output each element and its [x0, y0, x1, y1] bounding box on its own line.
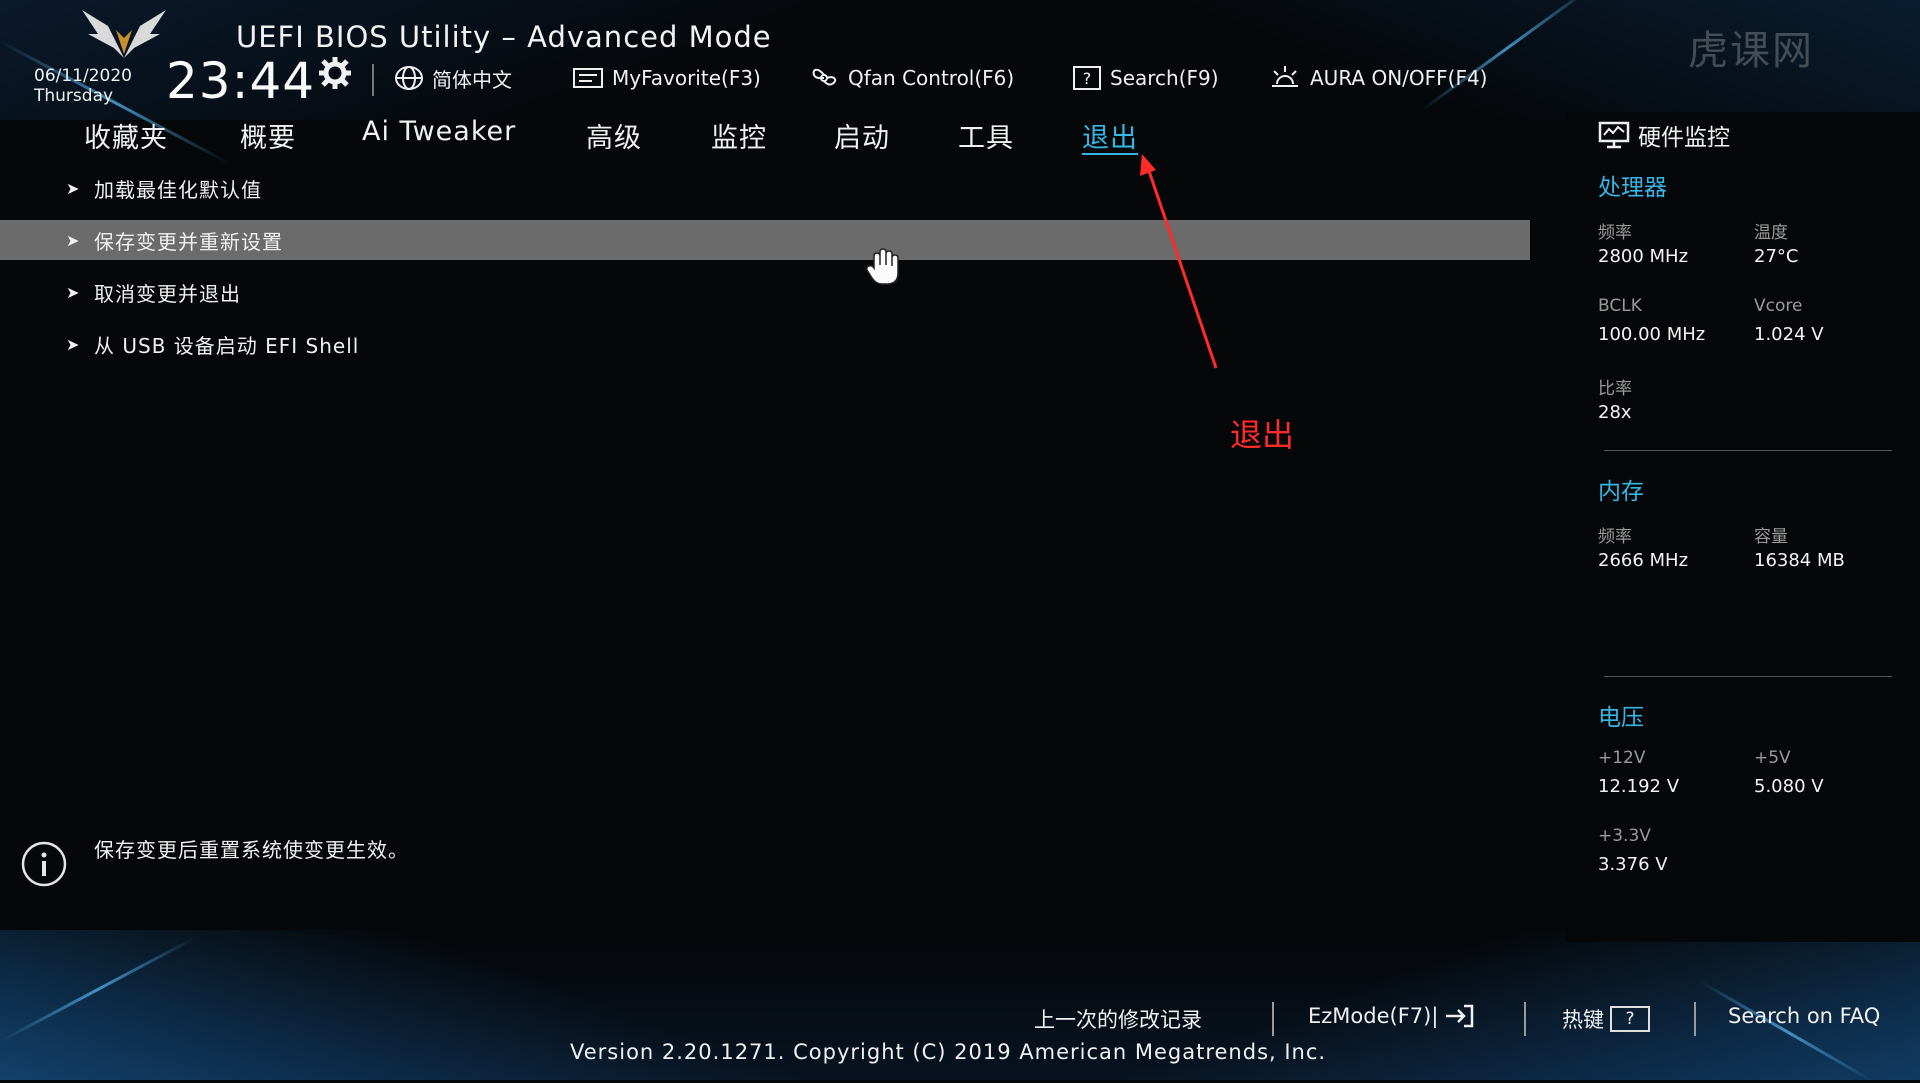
tab-exit[interactable]: 退出 [1082, 116, 1138, 155]
memory-freq-value: 2666 MHz [1598, 550, 1689, 571]
search-button[interactable]: ? Search(F9) [1072, 64, 1219, 92]
voltage-section-title: 电压 [1598, 705, 1644, 731]
myfavorite-button[interactable]: MyFavorite(F3) [572, 64, 761, 92]
memory-freq-label: 频率 [1598, 527, 1632, 547]
myfavorite-label: MyFavorite(F3) [612, 66, 761, 90]
ezmode-button[interactable]: EzMode(F7)| [1308, 1004, 1476, 1028]
hand-cursor-icon [866, 248, 899, 285]
chevron-right-icon: ➤ [66, 282, 80, 302]
chevron-right-icon: ➤ [66, 334, 80, 354]
decor-streak [0, 936, 195, 1043]
section-divider [1604, 676, 1892, 677]
monitor-icon [1598, 121, 1630, 149]
date-display: 06/11/2020 Thursday [34, 66, 132, 106]
memory-capacity-value: 16384 MB [1754, 550, 1845, 571]
weekday-value: Thursday [34, 86, 114, 106]
help-text: 保存变更后重置系统使变更生效。 [94, 838, 409, 862]
tab-boot[interactable]: 启动 [834, 116, 890, 155]
menu-item-label: 保存变更并重新设置 [94, 229, 283, 254]
tab-monitor[interactable]: 监控 [711, 116, 767, 155]
fan-icon [812, 68, 837, 86]
exit-arrow-icon [1446, 1004, 1474, 1028]
menu-item-efi-shell[interactable]: ➤ 从 USB 设备启动 EFI Shell [0, 324, 1530, 364]
menu-item-discard-exit[interactable]: ➤ 取消变更并退出 [0, 272, 1530, 312]
menu-item-load-defaults[interactable]: ➤ 加载最佳化默认值 [0, 168, 1530, 208]
info-icon [21, 841, 67, 887]
language-label: 简体中文 [432, 67, 512, 92]
search-faq-button[interactable]: Search on FAQ [1728, 1004, 1880, 1028]
globe-icon [395, 66, 423, 90]
ezmode-label: EzMode(F7)| [1308, 1004, 1439, 1028]
decor-streak [1419, 0, 1599, 113]
ratio-label: 比率 [1598, 379, 1632, 399]
search-icon: ? [1073, 66, 1101, 90]
tab-ai-tweaker[interactable]: Ai Tweaker [362, 116, 516, 147]
tab-advanced[interactable]: 高级 [586, 116, 642, 155]
search-label: Search(F9) [1110, 66, 1219, 90]
header-divider [372, 64, 374, 96]
qfan-label: Qfan Control(F6) [848, 66, 1015, 90]
section-divider [1604, 450, 1892, 451]
menu-item-label: 取消变更并退出 [94, 281, 241, 306]
bclk-label: BCLK [1598, 296, 1642, 316]
hotkeys-label: 热键 [1562, 1008, 1604, 1032]
v33-label: +3.3V [1598, 826, 1651, 846]
search-faq-label: Search on FAQ [1728, 1004, 1881, 1028]
language-button[interactable]: 简体中文 [394, 64, 512, 92]
cpu-freq-value: 2800 MHz [1598, 246, 1689, 267]
footer-divider [1272, 1002, 1274, 1036]
aura-label: AURA ON/OFF(F4) [1310, 66, 1488, 90]
tab-favorites[interactable]: 收藏夹 [84, 116, 168, 155]
memory-capacity-label: 容量 [1754, 527, 1788, 547]
menu-item-save-reset[interactable]: ➤ 保存变更并重新设置 [0, 220, 1530, 260]
menu-item-label: 加载最佳化默认值 [94, 177, 262, 202]
decor-streak [1699, 980, 1874, 1083]
footer-divider [1694, 1002, 1696, 1036]
qfan-button[interactable]: Qfan Control(F6) [808, 64, 1014, 92]
cpu-temp-value: 27°C [1754, 246, 1799, 267]
watermark: 虎课网 [1688, 28, 1814, 74]
v5-label: +5V [1754, 748, 1791, 768]
last-modified-label: 上一次的修改记录 [1034, 1008, 1202, 1032]
version-text: Version 2.20.1271. Copyright (C) 2019 Am… [570, 1040, 1327, 1064]
aura-icon [1272, 66, 1298, 87]
ratio-value: 28x [1598, 402, 1632, 423]
favorite-icon [573, 68, 603, 88]
date-value: 06/11/2020 [34, 66, 132, 86]
v5-value: 5.080 V [1754, 776, 1824, 797]
page-title: UEFI BIOS Utility – Advanced Mode [236, 20, 772, 54]
cpu-section-title: 处理器 [1598, 175, 1667, 201]
memory-section-title: 内存 [1598, 479, 1644, 505]
aura-button[interactable]: AURA ON/OFF(F4) [1268, 64, 1487, 92]
annotation-label: 退出 [1230, 416, 1295, 454]
tab-tool[interactable]: 工具 [958, 116, 1014, 155]
tab-main[interactable]: 概要 [240, 116, 296, 155]
chevron-right-icon: ➤ [66, 178, 80, 198]
bclk-value: 100.00 MHz [1598, 324, 1706, 345]
vcore-label: Vcore [1754, 296, 1803, 316]
clock-display: 23:44 [166, 52, 316, 110]
svg-text:?: ? [1083, 69, 1092, 88]
chevron-right-icon: ➤ [66, 230, 80, 250]
hardware-monitor-label: 硬件监控 [1638, 125, 1730, 151]
hotkeys-button[interactable]: 热键 ? [1562, 1004, 1650, 1034]
vcore-value: 1.024 V [1754, 324, 1824, 345]
footer-divider [1524, 1002, 1526, 1036]
last-modified-button[interactable]: 上一次的修改记录 [1034, 1004, 1202, 1034]
menu-item-label: 从 USB 设备启动 EFI Shell [94, 333, 360, 358]
gear-icon[interactable] [318, 56, 352, 90]
cpu-temp-label: 温度 [1754, 223, 1788, 243]
v12-label: +12V [1598, 748, 1646, 768]
hardware-monitor-title: 硬件监控 [1598, 118, 1730, 152]
tuf-logo [82, 10, 166, 58]
help-key-icon: ? [1610, 1006, 1650, 1032]
cpu-freq-label: 频率 [1598, 223, 1632, 243]
v12-value: 12.192 V [1598, 776, 1680, 797]
v33-value: 3.376 V [1598, 854, 1668, 875]
